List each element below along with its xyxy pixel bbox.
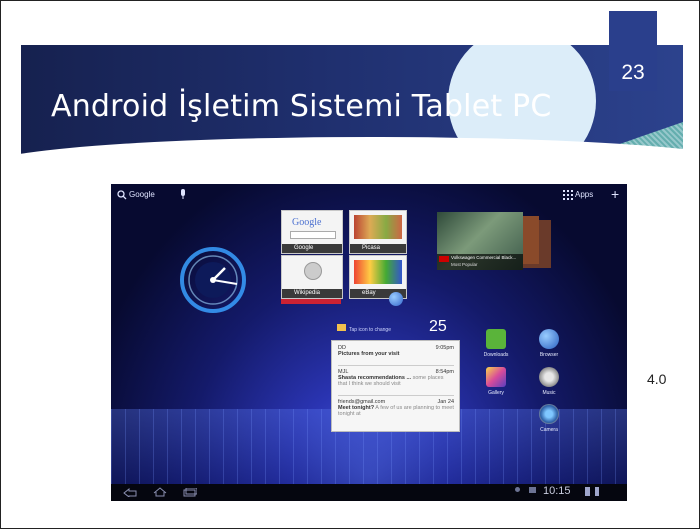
wikipedia-globe-icon: [304, 262, 322, 280]
google-search-label[interactable]: Google: [129, 190, 155, 199]
app-label: Browser: [539, 352, 559, 358]
email-time: Jan 24: [437, 399, 454, 405]
home-icon[interactable]: [153, 487, 167, 497]
video-subtitle: Most Popular: [451, 262, 478, 267]
youtube-icon: [439, 256, 449, 262]
gallery-icon: [486, 367, 506, 387]
slide: 23 Android İşletim Sistemi Tablet PC Goo…: [0, 0, 700, 529]
email-time: 9:05pm: [435, 345, 454, 351]
globe-icon: [539, 329, 559, 349]
slide-title: Android İşletim Sistemi Tablet PC: [51, 89, 552, 124]
slide-number: 23: [621, 61, 645, 84]
back-icon[interactable]: [123, 488, 137, 497]
google-widget-caption: Google: [282, 244, 342, 253]
email-item[interactable]: MJL 8:54pm Shasta recommendations ... so…: [338, 365, 454, 387]
download-icon: [486, 329, 506, 349]
microphone-icon[interactable]: [179, 189, 187, 200]
recent-apps-icon[interactable]: [183, 488, 197, 497]
apps-grid-icon[interactable]: [563, 190, 573, 200]
wifi-icon: [585, 487, 590, 496]
picasa-widget-caption: Picasa: [350, 244, 406, 253]
google-widget[interactable]: Google Google: [281, 210, 343, 254]
notification-dot-icon: [515, 487, 520, 492]
notification-count: 25: [429, 318, 447, 335]
apps-label[interactable]: Apps: [575, 190, 593, 199]
video-caption-bar: Volkswagen Commercial Black... Most Popu…: [437, 254, 523, 270]
add-icon[interactable]: +: [611, 186, 619, 202]
widget-strip: [281, 299, 341, 304]
google-search-box[interactable]: [290, 231, 336, 239]
status-top-bar: Google Apps +: [111, 184, 627, 206]
camera-icon: [539, 404, 559, 424]
battery-icon: [595, 487, 599, 496]
browser-app[interactable]: Browser: [529, 329, 569, 358]
email-time: 8:54pm: [435, 369, 454, 375]
picasa-thumbnails: [354, 215, 402, 239]
youtube-widget[interactable]: Volkswagen Commercial Black... Most Popu…: [437, 212, 523, 270]
clock-widget[interactable]: [179, 246, 247, 314]
email-item[interactable]: friends@gmail.com Jan 24 Meet tonight? A…: [338, 395, 454, 417]
downloads-app[interactable]: Downloads: [476, 329, 516, 358]
app-label: Downloads: [483, 352, 509, 358]
music-app[interactable]: Music: [529, 367, 569, 396]
version-label: 4.0: [647, 371, 667, 387]
app-label: Music: [542, 390, 556, 396]
email-subject: Pictures from your visit: [338, 351, 400, 357]
browser-globe-icon[interactable]: [389, 292, 403, 306]
ebay-thumbnails: [354, 260, 402, 284]
gallery-app[interactable]: Gallery: [476, 367, 516, 396]
app-label: Camera: [540, 427, 558, 433]
status-clock: 10:15: [543, 485, 571, 497]
wikipedia-widget[interactable]: Wikipedia: [281, 255, 343, 299]
search-icon[interactable]: [117, 190, 127, 200]
camera-app[interactable]: Camera: [529, 404, 569, 433]
email-item[interactable]: DD 9:05pm Pictures from your visit: [338, 345, 454, 357]
app-label: Gallery: [488, 390, 504, 396]
mail-icon: [337, 324, 346, 331]
mail-status-icon: [529, 487, 536, 493]
notification-hint: Tap icon to change: [349, 327, 391, 333]
email-widget[interactable]: DD 9:05pm Pictures from your visit MJL 8…: [331, 340, 460, 432]
picasa-widget[interactable]: Picasa: [349, 210, 407, 254]
tablet-screenshot: Google Apps + Google Google Picasa Wikip…: [111, 184, 627, 501]
video-title: Volkswagen Commercial Black...: [451, 255, 517, 260]
system-bar: 10:15: [111, 484, 627, 501]
headphones-icon: [539, 367, 559, 387]
wikipedia-widget-caption: Wikipedia: [282, 289, 342, 298]
google-logo: Google: [292, 217, 322, 228]
